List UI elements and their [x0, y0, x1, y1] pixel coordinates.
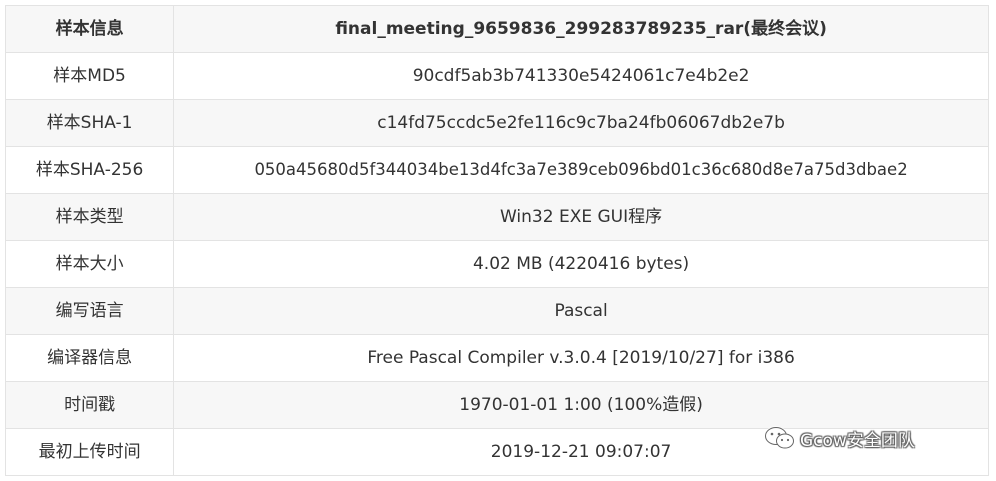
row-value: c14fd75ccdc5e2fe116c9c7ba24fb06067db2e7b: [173, 99, 989, 147]
table-row-sha1: 样本SHA-1 c14fd75ccdc5e2fe116c9c7ba24fb060…: [4, 99, 989, 147]
row-value: 90cdf5ab3b741330e5424061c7e4b2e2: [173, 52, 989, 100]
row-value: Free Pascal Compiler v.3.0.4 [2019/10/27…: [173, 334, 989, 382]
row-label: 样本MD5: [4, 52, 175, 100]
row-value: Pascal: [173, 287, 989, 335]
row-label: 编译器信息: [4, 334, 175, 382]
table-row-type: 样本类型 Win32 EXE GUI程序: [4, 193, 989, 241]
row-label: 编写语言: [4, 287, 175, 335]
row-label: 最初上传时间: [4, 428, 175, 476]
table-row-sha256: 样本SHA-256 050a45680d5f344034be13d4fc3a7e…: [4, 146, 989, 194]
row-label: 时间戳: [4, 381, 175, 429]
table-row-size: 样本大小 4.02 MB (4220416 bytes): [4, 240, 989, 288]
table-row-md5: 样本MD5 90cdf5ab3b741330e5424061c7e4b2e2: [4, 52, 989, 100]
row-label: 样本SHA-1: [4, 99, 175, 147]
watermark: Gcow安全团队: [764, 425, 915, 451]
table-row-compiler: 编译器信息 Free Pascal Compiler v.3.0.4 [2019…: [4, 334, 989, 382]
row-value: Win32 EXE GUI程序: [173, 193, 989, 241]
header-label-cell: 样本信息: [4, 5, 175, 53]
table-header-row: 样本信息 final_meeting_9659836_299283789235_…: [4, 5, 989, 53]
watermark-text: Gcow安全团队: [800, 430, 915, 451]
row-label: 样本SHA-256: [4, 146, 175, 194]
sample-info-table: 样本信息 final_meeting_9659836_299283789235_…: [4, 5, 989, 476]
row-value: 4.02 MB (4220416 bytes): [173, 240, 989, 288]
row-label: 样本大小: [4, 240, 175, 288]
row-value: 050a45680d5f344034be13d4fc3a7e389ceb096b…: [173, 146, 989, 194]
table-row-timestamp: 时间戳 1970-01-01 1:00 (100%造假): [4, 381, 989, 429]
row-label: 样本类型: [4, 193, 175, 241]
header-value-cell: final_meeting_9659836_299283789235_rar(最…: [173, 5, 989, 53]
table-row-language: 编写语言 Pascal: [4, 287, 989, 335]
row-value: 1970-01-01 1:00 (100%造假): [173, 381, 989, 429]
wechat-icon: [764, 426, 794, 449]
